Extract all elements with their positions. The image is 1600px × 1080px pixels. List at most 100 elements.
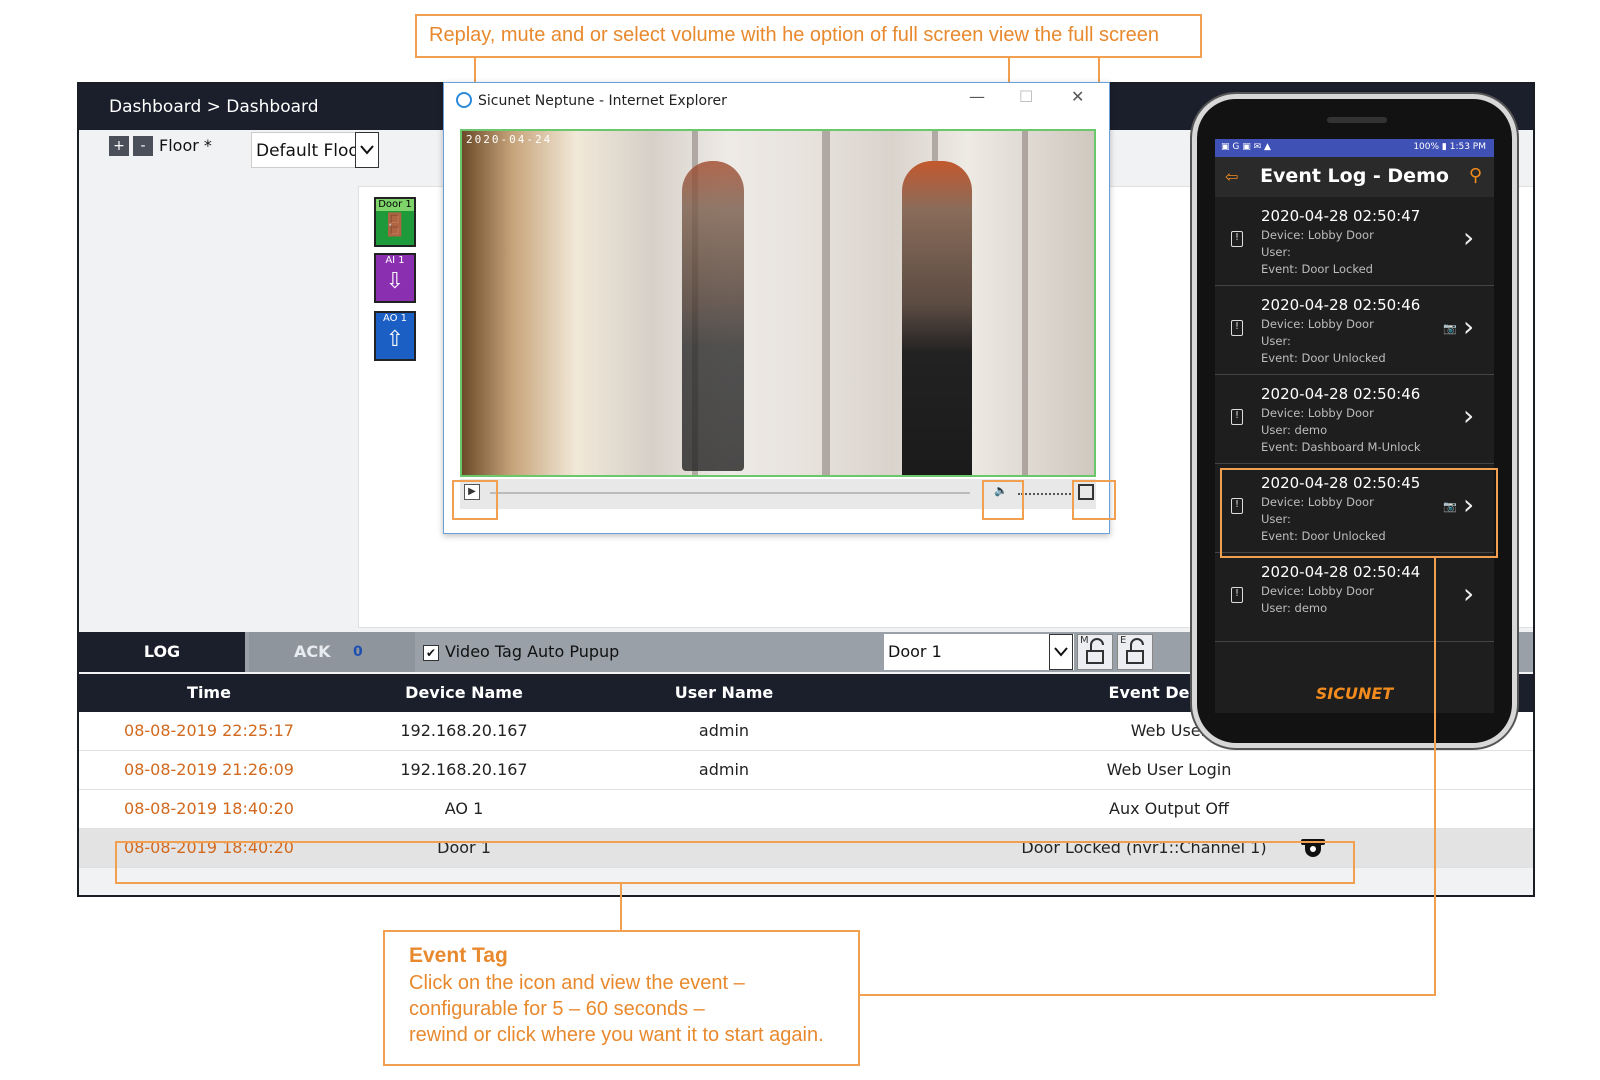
- event-device: Device: Lobby Door: [1261, 406, 1374, 420]
- door-select[interactable]: Door 1: [884, 634, 1074, 670]
- arrow-up-icon: ⇧: [385, 327, 405, 352]
- close-button[interactable]: ✕: [1071, 87, 1084, 106]
- event-type: Event: Dashboard M-Unlock: [1261, 440, 1421, 454]
- connector-line: [620, 884, 622, 930]
- remove-floor-button[interactable]: -: [133, 136, 153, 156]
- top-callout: Replay, mute and or select volume with h…: [415, 14, 1202, 58]
- icon-letter: M: [1080, 635, 1089, 646]
- window-title: Sicunet Neptune - Internet Explorer: [478, 93, 727, 109]
- person-reflection: [682, 161, 744, 471]
- row-device: AO 1: [444, 799, 484, 818]
- checkbox-checked-icon[interactable]: ✔: [423, 644, 439, 661]
- event-item[interactable]: ! 2020-04-28 02:50:46 Device: Lobby Door…: [1215, 375, 1494, 464]
- event-icon: !: [1231, 409, 1243, 425]
- row-device: 192.168.20.167: [400, 760, 528, 779]
- table-row[interactable]: 08-08-2019 18:40:20 AO 1 Aux Output Off: [79, 790, 1533, 829]
- event-user: User: demo: [1261, 601, 1328, 615]
- ai-device-icon[interactable]: AI 1 ⇩: [374, 253, 416, 303]
- chevron-down-icon[interactable]: [355, 132, 379, 168]
- event-time: 2020-04-28 02:50:44: [1261, 563, 1421, 581]
- event-tag-line: configurable for 5 – 60 seconds –: [409, 998, 705, 1020]
- manual-unlock-icon[interactable]: M: [1077, 634, 1113, 670]
- person-figure: [902, 161, 972, 475]
- event-icon: !: [1231, 231, 1243, 247]
- chevron-right-icon[interactable]: ›: [1463, 577, 1474, 610]
- status-time: 100% ▮ 1:53 PM: [1413, 142, 1486, 152]
- row-event: Web User Login: [1106, 760, 1232, 779]
- chevron-right-icon[interactable]: ›: [1463, 221, 1474, 254]
- search-icon[interactable]: ⚲: [1469, 165, 1482, 186]
- column-header-device[interactable]: Device Name: [369, 674, 559, 712]
- event-type: Event: Door Unlocked: [1261, 351, 1386, 365]
- tab-log[interactable]: LOG: [79, 632, 245, 672]
- status-icons: ▣ G ▣ ✉ ▲: [1221, 142, 1271, 152]
- icon-letter: E: [1120, 635, 1127, 646]
- highlight-phone-event: [1220, 468, 1498, 558]
- event-icon: !: [1231, 587, 1243, 603]
- volume-slider[interactable]: [1018, 493, 1074, 495]
- app-header: ⇦ Event Log - Demo ⚲: [1215, 157, 1494, 197]
- ao-device-icon[interactable]: AO 1 ⇧: [374, 311, 416, 361]
- camera-icon[interactable]: 📷: [1443, 322, 1457, 335]
- tab-ack[interactable]: ACK 0: [249, 632, 415, 672]
- table-row[interactable]: 08-08-2019 21:26:09 192.168.20.167 admin…: [79, 751, 1533, 790]
- event-item[interactable]: ! 2020-04-28 02:50:46 Device: Lobby Door…: [1215, 286, 1494, 375]
- top-callout-text: Replay, mute and or select volume with h…: [429, 24, 1159, 46]
- row-time: 08-08-2019 22:25:17: [124, 721, 294, 740]
- chevron-right-icon[interactable]: ›: [1463, 399, 1474, 432]
- maximize-button[interactable]: ☐: [1019, 87, 1033, 106]
- column-header-user[interactable]: User Name: [639, 674, 809, 712]
- connector-line: [856, 994, 1436, 996]
- event-time: 2020-04-28 02:50:47: [1261, 207, 1421, 225]
- row-user: admin: [698, 760, 750, 779]
- minimize-button[interactable]: —: [969, 87, 985, 106]
- arrow-down-icon: ⇩: [385, 269, 405, 294]
- door-device-icon[interactable]: Door 1 🚪: [374, 197, 416, 247]
- event-time: 2020-04-28 02:50:46: [1261, 385, 1421, 403]
- ack-count-badge: 0: [353, 644, 363, 660]
- app-title: Event Log - Demo: [1260, 165, 1449, 187]
- glass-door-frame: [822, 131, 830, 475]
- phone-speaker: [1327, 117, 1387, 123]
- event-user: User:: [1261, 245, 1291, 259]
- phone-screen: ▣ G ▣ ✉ ▲ 100% ▮ 1:53 PM ⇦ Event Log - D…: [1215, 139, 1494, 713]
- row-device: 192.168.20.167: [400, 721, 528, 740]
- event-user: User: demo: [1261, 423, 1328, 437]
- event-tag-line: Click on the icon and view the event –: [409, 972, 745, 994]
- tab-ack-label: ACK: [294, 642, 331, 661]
- video-tag-label: Video Tag Auto Pupup: [445, 642, 620, 661]
- event-type: Event: Door Locked: [1261, 262, 1373, 276]
- row-time: 08-08-2019 21:26:09: [124, 760, 294, 779]
- device-label: Door 1: [376, 199, 414, 211]
- video-timestamp: 2020-04-24: [466, 133, 553, 146]
- event-icon: !: [1231, 320, 1243, 336]
- highlight-fullscreen: [1072, 480, 1116, 520]
- seek-bar[interactable]: [490, 492, 970, 494]
- chevron-down-icon[interactable]: [1049, 634, 1073, 670]
- highlight-mute: [982, 480, 1024, 520]
- row-time: 08-08-2019 18:40:20: [124, 799, 294, 818]
- event-device: Device: Lobby Door: [1261, 317, 1374, 331]
- chevron-right-icon[interactable]: ›: [1463, 310, 1474, 343]
- glass-door-frame: [1022, 131, 1028, 475]
- video-tag-auto-popup[interactable]: ✔ Video Tag Auto Pupup: [423, 632, 619, 672]
- mobile-phone: ▣ G ▣ ✉ ▲ 100% ▮ 1:53 PM ⇦ Event Log - D…: [1192, 94, 1517, 748]
- door-icon: 🚪: [381, 213, 409, 238]
- breadcrumb: Dashboard > Dashboard: [109, 97, 319, 117]
- column-header-time[interactable]: Time: [119, 674, 299, 712]
- row-user: admin: [698, 721, 750, 740]
- highlight-table-row: [115, 841, 1355, 884]
- event-item[interactable]: ! 2020-04-28 02:50:44 Device: Lobby Door…: [1215, 553, 1494, 642]
- video-popup-window: Sicunet Neptune - Internet Explorer — ☐ …: [443, 82, 1110, 534]
- connector-line: [1434, 558, 1436, 996]
- video-player[interactable]: 2020-04-24: [460, 129, 1096, 477]
- event-device: Device: Lobby Door: [1261, 584, 1374, 598]
- event-item[interactable]: ! 2020-04-28 02:50:47 Device: Lobby Door…: [1215, 197, 1494, 286]
- add-floor-button[interactable]: +: [109, 136, 129, 156]
- phone-status-bar: ▣ G ▣ ✉ ▲ 100% ▮ 1:53 PM: [1215, 139, 1494, 157]
- emergency-unlock-icon[interactable]: E: [1117, 634, 1153, 670]
- floor-label: Floor *: [159, 136, 212, 155]
- event-tag-callout: Event Tag Click on the icon and view the…: [383, 930, 860, 1066]
- sicunet-logo: SICUNET: [1315, 684, 1394, 703]
- event-time: 2020-04-28 02:50:46: [1261, 296, 1421, 314]
